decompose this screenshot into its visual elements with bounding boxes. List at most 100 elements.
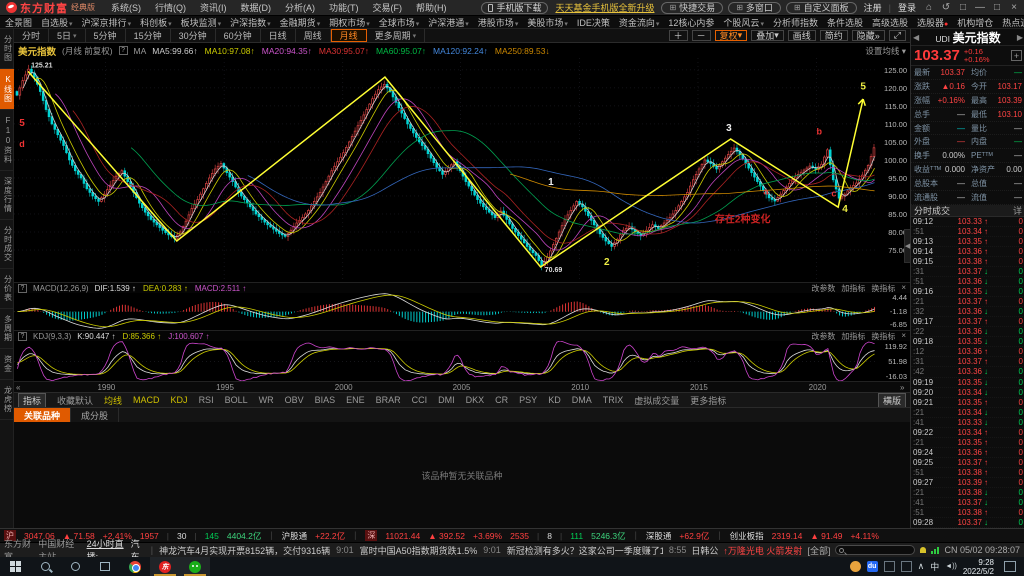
tray-icon-app2[interactable] bbox=[884, 561, 895, 572]
related-tab-成分股[interactable]: 成分股 bbox=[71, 408, 119, 422]
pill-快捷交易[interactable]: ⊞快捷交易 bbox=[661, 2, 723, 14]
indicator-tab-MACD[interactable]: MACD bbox=[133, 395, 160, 405]
indicator-tab-指标[interactable]: 指标 bbox=[18, 393, 46, 408]
tape-row[interactable]: 09:12103.33↑0 bbox=[911, 217, 1024, 227]
help-icon[interactable]: ? bbox=[18, 284, 27, 293]
tape-row[interactable]: 09:25103.37↑0 bbox=[911, 458, 1024, 468]
nav-选股器[interactable]: 选股器● bbox=[917, 16, 948, 29]
tool-简约[interactable]: 简约 bbox=[820, 30, 848, 41]
sidebar-item-多周期[interactable]: 多周期 bbox=[0, 309, 14, 349]
indicator-tab-DMA[interactable]: DMA bbox=[572, 395, 592, 405]
menu-数据[interactable]: 数据(D) bbox=[241, 1, 272, 14]
phone-download-button[interactable]: 手机版下载 bbox=[481, 2, 548, 14]
add-to-watchlist-button[interactable]: + bbox=[1011, 50, 1022, 61]
tool-画线[interactable]: 画线 bbox=[788, 30, 816, 41]
taskbar-search-button[interactable] bbox=[30, 557, 60, 576]
menu-系统[interactable]: 系统(S) bbox=[111, 1, 141, 14]
action-center-icon[interactable] bbox=[1004, 561, 1016, 572]
macd-btn-加指标[interactable]: 加指标 bbox=[841, 283, 865, 294]
tape-row[interactable]: 09:17103.37↑0 bbox=[911, 317, 1024, 327]
ticker-search-input[interactable] bbox=[835, 545, 915, 555]
tape-row[interactable]: :21103.35↑0 bbox=[911, 438, 1024, 448]
nav-IDE决[interactable]: IDE决策 bbox=[577, 16, 610, 29]
tape-row[interactable]: 09:24103.36↑0 bbox=[911, 448, 1024, 458]
tape-row[interactable]: 09:19103.35↓0 bbox=[911, 378, 1024, 388]
ime-indicator[interactable]: 中 bbox=[930, 560, 939, 573]
sidebar-item-分时成交[interactable]: 分时成交 bbox=[0, 220, 14, 269]
nav-自选股[interactable]: 自选股▾ bbox=[41, 16, 73, 29]
start-button[interactable] bbox=[0, 557, 30, 576]
register-link[interactable]: 注册 bbox=[864, 1, 882, 14]
skin-icon[interactable]: □ bbox=[957, 2, 969, 13]
tape-row[interactable]: :51103.38↑0 bbox=[911, 508, 1024, 518]
nav-高级选股[interactable]: 高级选股 bbox=[872, 16, 908, 29]
maximize-icon[interactable]: □ bbox=[991, 2, 1003, 13]
panel-collapse-handle[interactable]: ◀ bbox=[904, 229, 911, 263]
next-symbol-arrow[interactable]: ▶ bbox=[1017, 33, 1023, 42]
nav-沪深京排[interactable]: 沪深京排行▾ bbox=[82, 16, 132, 29]
indicator-tab-横版[interactable]: 横版 bbox=[878, 393, 906, 408]
related-tab-关联品种[interactable]: 关联品种 bbox=[14, 408, 71, 422]
nav-资金流向[interactable]: 资金流向▾ bbox=[619, 16, 660, 29]
macd-plot[interactable]: 4.44-1.18-6.85 bbox=[14, 293, 910, 329]
tape-row[interactable]: :22103.36↓0 bbox=[911, 327, 1024, 337]
nav-个股风云[interactable]: 个股风云▾ bbox=[723, 16, 764, 29]
nav-机构增仓[interactable]: 机构增仓 bbox=[957, 16, 993, 29]
nav-美股市场[interactable]: 美股市场▾ bbox=[527, 16, 568, 29]
nav-热点追击[interactable]: 热点追击 bbox=[1002, 16, 1024, 29]
tape-row[interactable]: 09:28103.37↓0 bbox=[911, 518, 1024, 528]
help-icon[interactable]: ? bbox=[18, 332, 27, 341]
help-icon[interactable]: ? bbox=[119, 46, 128, 55]
eastmoney-taskbar-item[interactable]: 东 bbox=[150, 557, 180, 576]
refresh-icon[interactable]: ↺ bbox=[940, 2, 952, 13]
kdj-plot[interactable]: 119.9251.98-16.03 bbox=[14, 341, 910, 381]
sidebar-item-分时图[interactable]: 分时图 bbox=[0, 29, 14, 69]
sidebar-item-资金[interactable]: 资金 bbox=[0, 349, 14, 380]
period-tab-日线[interactable]: 日线 bbox=[261, 29, 296, 42]
tape-row[interactable]: :51103.34↑0 bbox=[911, 227, 1024, 237]
nav-12核心[interactable]: 12核心内参 bbox=[668, 16, 714, 29]
tool-隐藏»[interactable]: 隐藏» bbox=[852, 30, 885, 41]
close-panel-icon[interactable]: × bbox=[901, 283, 906, 294]
menu-分析[interactable]: 分析(A) bbox=[285, 1, 315, 14]
nav-分析师指[interactable]: 分析师指数 bbox=[773, 16, 818, 29]
tape-row[interactable]: 09:27103.39↑0 bbox=[911, 478, 1024, 488]
indicator-tab-KD[interactable]: KD bbox=[548, 395, 561, 405]
speaker-icon[interactable]: ◄)) bbox=[945, 563, 957, 570]
tool-复权[interactable]: 复权▾ bbox=[715, 30, 748, 41]
kdj-btn-加指标[interactable]: 加指标 bbox=[841, 331, 865, 342]
time-and-sales-list[interactable]: 09:12103.33↑0:51103.34↑009:13103.35↑009:… bbox=[911, 217, 1024, 528]
nav-科创板[interactable]: 科创板▾ bbox=[140, 16, 172, 29]
indicator-tab-BOLL[interactable]: BOLL bbox=[225, 395, 248, 405]
tape-row[interactable]: :41103.33↓0 bbox=[911, 418, 1024, 428]
period-tab-5日[interactable]: 5日▾ bbox=[49, 29, 86, 42]
tape-row[interactable]: :31103.37↑0 bbox=[911, 357, 1024, 367]
period-tab-周线[interactable]: 周线 bbox=[296, 29, 331, 42]
menu-功能[interactable]: 功能(T) bbox=[329, 1, 359, 14]
sidebar-item-分价表[interactable]: 分价表 bbox=[0, 269, 14, 309]
tool-叠加[interactable]: 叠加▾ bbox=[751, 30, 784, 41]
menu-帮助[interactable]: 帮助(H) bbox=[416, 1, 447, 14]
indicator-tab-TRIX[interactable]: TRIX bbox=[603, 395, 624, 405]
nav-金融期货[interactable]: 金融期货▾ bbox=[280, 16, 321, 29]
axis-next-icon[interactable]: » bbox=[900, 383, 904, 392]
tape-row[interactable]: 09:16103.35↓0 bbox=[911, 287, 1024, 297]
ma-settings-link[interactable]: 设置均线 ▾ bbox=[865, 45, 906, 57]
tape-row[interactable]: :42103.36↓0 bbox=[911, 367, 1024, 377]
kdj-btn-换指标[interactable]: 换指标 bbox=[871, 331, 895, 342]
tool-－[interactable]: － bbox=[692, 30, 711, 41]
chrome-taskbar-item[interactable] bbox=[120, 557, 150, 576]
pill-多窗口[interactable]: ⊞多窗口 bbox=[728, 2, 781, 14]
tape-row[interactable]: :31103.37↓0 bbox=[911, 267, 1024, 277]
nav-条件选股[interactable]: 条件选股 bbox=[827, 16, 863, 29]
indicator-tab-CCI[interactable]: CCI bbox=[412, 395, 428, 405]
nav-期权市场[interactable]: 期权市场▾ bbox=[329, 16, 370, 29]
tape-detail-button[interactable]: 详 bbox=[1013, 204, 1022, 217]
menu-交易[interactable]: 交易(F) bbox=[373, 1, 403, 14]
tape-row[interactable]: :51103.38↑0 bbox=[911, 468, 1024, 478]
tool-＋[interactable]: ＋ bbox=[669, 30, 688, 41]
close-icon[interactable]: × bbox=[1008, 2, 1020, 13]
home-icon[interactable]: ⌂ bbox=[923, 2, 935, 13]
indicator-tab-更多指标[interactable]: 更多指标 bbox=[690, 394, 726, 407]
tape-row[interactable]: 09:15103.38↑0 bbox=[911, 257, 1024, 267]
